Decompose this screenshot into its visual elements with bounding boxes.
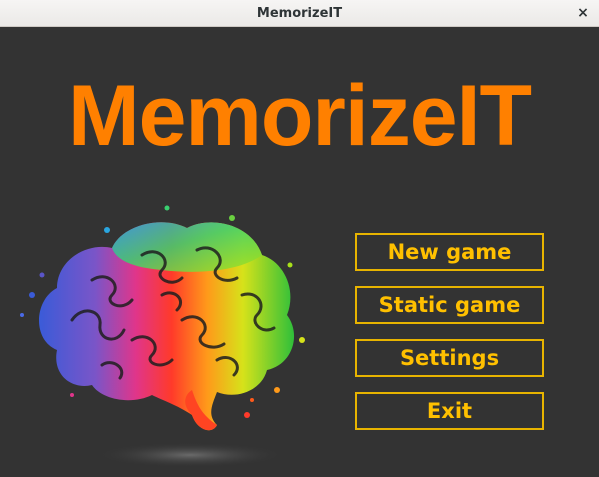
app-title: MemorizeIT <box>67 68 532 164</box>
brain-illustration <box>20 205 305 467</box>
window-titlebar: MemorizeIT × <box>0 0 599 27</box>
exit-button[interactable]: Exit <box>355 392 544 430</box>
main-menu: New game Static game Settings Exit <box>355 233 544 445</box>
settings-button[interactable]: Settings <box>355 339 544 377</box>
static-game-button[interactable]: Static game <box>355 286 544 324</box>
brain-top <box>112 222 262 272</box>
brain-shadow <box>100 443 280 467</box>
close-icon[interactable]: × <box>573 3 593 23</box>
app-window: MemorizeIT × MemorizeIT New game Static … <box>0 0 599 477</box>
new-game-button[interactable]: New game <box>355 233 544 271</box>
window-title: MemorizeIT <box>256 6 343 21</box>
